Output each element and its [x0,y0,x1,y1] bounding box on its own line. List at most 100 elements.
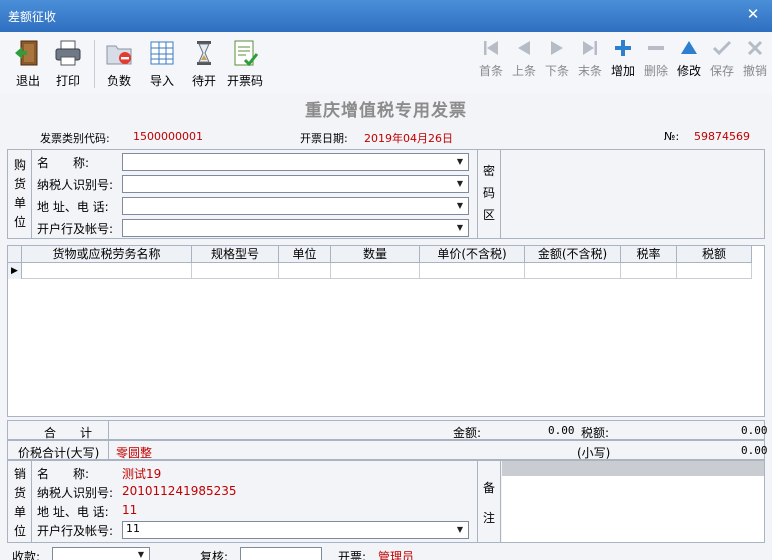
table-cell[interactable] [525,263,621,279]
table-row[interactable]: ▶ [8,263,752,279]
last-record-label: 末条 [577,64,602,78]
import-label: 导入 [149,74,174,88]
buyer-address-combo[interactable]: ▼ [122,197,469,215]
total-label: 合 计 [44,426,93,440]
row-indicator-icon: ▶ [8,263,22,279]
delete-button[interactable]: 删除 [642,38,670,92]
totals-divider [108,421,109,439]
exit-label: 退出 [15,74,40,88]
column-header[interactable]: 数量 [331,246,420,263]
table-cell[interactable] [331,263,420,279]
seller-address-value: 11 [122,503,138,517]
table-cell[interactable] [279,263,331,279]
buyer-panel: 购 货 单 位 名 称: ▼ 纳税人识别号: ▼ 地 址、电 话: ▼ 开户行及… [7,149,765,239]
add-button[interactable]: 增加 [609,38,637,92]
table-cell[interactable] [192,263,279,279]
chevron-down-icon[interactable]: ▼ [453,177,467,191]
remark-textarea[interactable] [502,476,764,542]
buyer-section-label: 购 货 单 位 [13,156,27,232]
first-record-label: 首条 [478,64,503,78]
totals-row: 合 计 金额: 0.00 税额: 0.00 [7,420,768,440]
chevron-down-icon[interactable]: ▼ [453,155,467,169]
last-record-button[interactable]: 末条 [576,38,604,92]
checkmark-icon [712,40,732,56]
toolbar-divider [94,40,95,88]
buyer-label-char: 单 [13,196,26,210]
column-header[interactable]: 货物或应税劳务名称 [22,246,192,263]
add-label: 增加 [610,64,635,78]
chevron-down-icon[interactable]: ▼ [453,221,467,235]
invoice-code-button[interactable]: 开票码 [226,38,264,92]
seller-label-char: 货 [13,486,26,500]
buyer-tax-id-combo[interactable]: ▼ [122,175,469,193]
totals-divider [108,441,109,459]
column-header[interactable]: 税率 [621,246,677,263]
column-header[interactable]: 规格型号 [192,246,279,263]
total-in-words-row: 价税合计(大写) 零圆整 (小写) 0.00 [7,440,768,460]
column-header[interactable]: 税额 [677,246,752,263]
small-amount-label: (小写) [577,446,611,460]
footer-bar: 收款: ▼ 复核: 开票: 管理员 [0,545,772,560]
seller-panel: 销 货 单 位 名 称: 测试19 纳税人识别号: 20101124198523… [7,460,765,543]
seller-label-char: 单 [13,505,26,519]
in-words-label: 价税合计(大写) [18,446,100,460]
items-grid-header: 货物或应税劳务名称 规格型号 单位 数量 单价(不含税) 金额(不含税) 税率 … [8,246,752,263]
seller-bank-combo[interactable]: 11 ▼ [122,521,469,539]
modify-button[interactable]: 修改 [675,38,703,92]
reviewer-label: 复核: [200,550,229,560]
modify-label: 修改 [676,64,701,78]
next-record-button[interactable]: 下条 [543,38,571,92]
remark-label-char: 注 [482,511,495,525]
first-record-icon [484,41,498,55]
invoice-code-label: 开票码 [226,74,263,88]
buyer-bank-label: 开户行及帐号: [37,222,114,236]
chevron-down-icon[interactable]: ▼ [134,549,148,560]
table-cell[interactable] [621,263,677,279]
pending-label: 待开 [191,74,216,88]
buyer-address-label: 地 址、电 话: [37,200,109,214]
hourglass-icon [197,41,211,65]
plus-icon [615,40,631,56]
table-cell[interactable] [22,263,192,279]
pending-button[interactable]: 待开 [186,38,222,92]
first-record-button[interactable]: 首条 [477,38,505,92]
payee-combo[interactable]: ▼ [52,547,150,560]
column-header[interactable]: 单位 [279,246,331,263]
close-icon[interactable]: ✕ [742,3,764,25]
table-cell[interactable] [677,263,752,279]
invoice-number-value: 59874569 [694,130,750,143]
reviewer-combo[interactable] [240,547,322,560]
next-record-label: 下条 [544,64,569,78]
remark-section-label: 备 注 [482,473,496,533]
date-value: 2019年04月26日 [364,132,453,145]
negative-folder-icon [106,45,132,65]
cancel-button[interactable]: 撤销 [741,38,769,92]
negative-button[interactable]: 负数 [101,38,137,92]
seller-section-label: 销 货 单 位 [13,465,27,541]
seller-name-label: 名 称: [37,467,90,481]
buyer-label-char: 购 [13,158,26,172]
printer-icon [55,40,81,66]
buyer-name-combo[interactable]: ▼ [122,153,469,171]
print-button[interactable]: 打印 [50,38,86,92]
chevron-down-icon[interactable]: ▼ [453,523,467,537]
buyer-label-char: 货 [13,177,26,191]
save-button[interactable]: 保存 [708,38,736,92]
seller-label-char: 位 [13,524,26,538]
column-header[interactable]: 单价(不含税) [420,246,525,263]
window-titlebar: 差额征收 ✕ [0,0,772,32]
toolbar: 退出 打印 负数 导入 待开 开票码 首条 上条 下条 末条 增加 删除 修改 … [0,32,772,94]
previous-record-icon [518,41,530,55]
next-record-icon [551,41,563,55]
buyer-bank-combo[interactable]: ▼ [122,219,469,237]
items-grid[interactable]: 货物或应税劳务名称 规格型号 单位 数量 单价(不含税) 金额(不含税) 税率 … [7,245,765,417]
small-amount-value: 0.00 [741,444,768,457]
column-header[interactable]: 金额(不含税) [525,246,621,263]
seller-label-char: 销 [13,467,26,481]
previous-record-button[interactable]: 上条 [510,38,538,92]
chevron-down-icon[interactable]: ▼ [453,199,467,213]
exit-button[interactable]: 退出 [10,38,46,92]
import-button[interactable]: 导入 [144,38,180,92]
table-cell[interactable] [420,263,525,279]
amount-value: 0.00 [548,424,575,437]
